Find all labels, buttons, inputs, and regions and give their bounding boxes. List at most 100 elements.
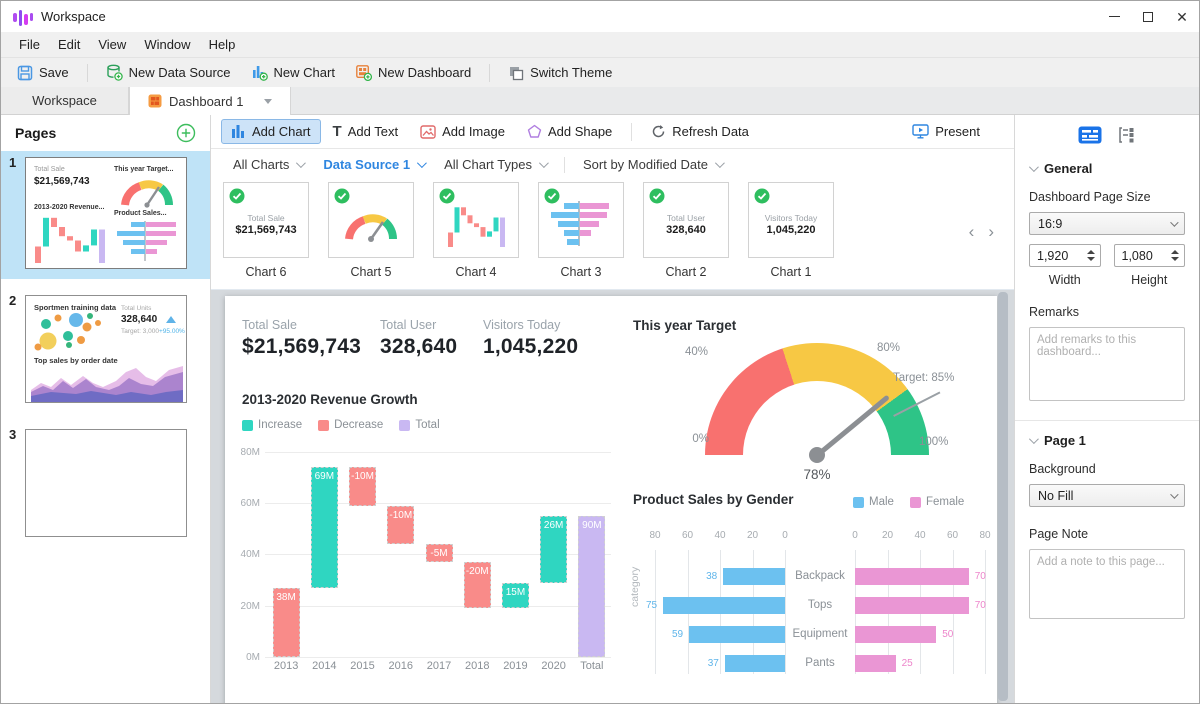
filter-chart-types[interactable]: All Chart Types — [438, 157, 552, 172]
chart-card-preview[interactable] — [538, 182, 624, 258]
waterfall-gridline — [265, 452, 611, 453]
menu-file[interactable]: File — [11, 34, 48, 55]
add-image-button[interactable]: Add Image — [410, 119, 515, 144]
butterfly-chart[interactable]: Product Sales by Gender Male Female cate… — [625, 492, 997, 703]
main-toolbar: Save New Data Source New Chart New Dashb… — [1, 57, 1199, 87]
close-button[interactable]: ✕ — [1165, 1, 1199, 32]
menu-edit[interactable]: Edit — [50, 34, 88, 55]
menu-view[interactable]: View — [90, 34, 134, 55]
page-size-select[interactable]: 16:9 — [1029, 212, 1185, 235]
structure-view-icon[interactable] — [1118, 126, 1136, 144]
waterfall-chart[interactable]: 0M20M40M60M80M38M201369M2014-10M2015-10M… — [233, 444, 611, 684]
pages-title: Pages — [15, 125, 56, 141]
chart-card-5[interactable]: Chart 5 — [328, 182, 414, 279]
waterfall-bar-label: 69M — [312, 471, 337, 482]
switch-theme-button[interactable]: Switch Theme — [500, 62, 620, 84]
app-window: Workspace ✕ File Edit View Window Help S… — [0, 0, 1200, 704]
tab-workspace[interactable]: Workspace — [1, 87, 129, 114]
new-dashboard-button[interactable]: New Dashboard — [347, 61, 479, 84]
save-label: Save — [39, 65, 69, 80]
legend-swatch — [318, 420, 329, 431]
next-cards-button[interactable]: › — [988, 222, 994, 242]
dashboard-page[interactable]: Total Sale $21,569,743 Total User 328,64… — [225, 296, 997, 703]
height-spinner[interactable] — [1171, 250, 1179, 261]
chart-card-preview[interactable]: Visitors Today 1,045,220 — [748, 182, 834, 258]
page-section-header[interactable]: Page 1 — [1029, 433, 1185, 448]
width-spinner[interactable] — [1087, 250, 1095, 261]
gauge-tick-100: 100% — [919, 436, 948, 448]
chart-card-6[interactable]: Total Sale $21,569,743 Chart 6 — [223, 182, 309, 279]
page-section-title: Page 1 — [1044, 433, 1086, 448]
filter-all-charts[interactable]: All Charts — [227, 157, 309, 172]
chart-card-preview[interactable] — [433, 182, 519, 258]
width-input[interactable] — [1037, 249, 1081, 263]
add-shape-button[interactable]: Add Shape — [517, 119, 622, 144]
mini-gauge-chart — [116, 176, 178, 208]
chart-card-3[interactable]: Chart 3 — [538, 182, 624, 279]
female-bar-value: 70 — [975, 600, 1001, 611]
chart-card-1[interactable]: Visitors Today 1,045,220 Chart 1 — [748, 182, 834, 279]
legend-female: Female — [910, 496, 964, 508]
legend-label: Female — [926, 496, 964, 508]
new-data-source-button[interactable]: New Data Source — [98, 61, 239, 84]
general-section-header[interactable]: General — [1029, 161, 1185, 176]
minimize-button[interactable] — [1097, 1, 1131, 32]
refresh-data-button[interactable]: Refresh Data — [641, 119, 759, 144]
page-note-label: Page Note — [1029, 527, 1185, 541]
chart-card-preview[interactable]: Total Sale $21,569,743 — [223, 182, 309, 258]
page-thumbnail-1[interactable]: 1 Total Sale $21,569,743 This year Targe… — [1, 151, 210, 279]
tab-menu-chevron-icon[interactable] — [264, 99, 272, 104]
butterfly-gridline — [655, 550, 656, 674]
male-bar — [663, 597, 785, 614]
background-select[interactable]: No Fill — [1029, 484, 1185, 507]
page-thumbnail-3[interactable]: 3 — [1, 423, 210, 547]
butterfly-category-label: Tops — [785, 599, 855, 611]
save-button[interactable]: Save — [9, 62, 77, 84]
height-input-box — [1114, 244, 1186, 267]
kpi-total-user[interactable]: Total User 328,640 — [380, 318, 457, 359]
new-chart-button[interactable]: New Chart — [243, 61, 343, 84]
center-column: Add Chart T Add Text Add Image Add Shape — [211, 115, 1014, 703]
chart-card-4[interactable]: Chart 4 — [433, 182, 519, 279]
filter-sort[interactable]: Sort by Modified Date — [577, 157, 728, 172]
canvas-scrollbar[interactable] — [998, 292, 1008, 701]
kpi-total-sale[interactable]: Total Sale $21,569,743 — [242, 318, 361, 359]
gauge-chart[interactable]: This year Target 0% 40% 80% 100% 78% Tar… — [625, 314, 997, 486]
gallery-filterbar: All Charts Data Source 1 All Chart Types… — [211, 149, 1014, 180]
present-button[interactable]: Present — [902, 119, 990, 144]
properties-view-icon[interactable] — [1078, 126, 1102, 144]
menu-window[interactable]: Window — [136, 34, 198, 55]
gauge-tick-40: 40% — [685, 346, 708, 358]
maximize-button[interactable] — [1131, 1, 1165, 32]
present-label: Present — [935, 124, 980, 139]
add-image-label: Add Image — [442, 124, 505, 139]
add-text-button[interactable]: T Add Text — [323, 119, 409, 144]
chart-card-2[interactable]: Total User 328,640 Chart 2 — [643, 182, 729, 279]
page-thumbnail-2[interactable]: 2 Sportmen training data Total Units 328… — [1, 289, 210, 413]
waterfall-xtick: 2013 — [267, 660, 305, 672]
chart-card-preview[interactable]: Total User 328,640 — [643, 182, 729, 258]
remarks-textarea[interactable] — [1029, 327, 1185, 401]
tab-dashboard-1-label: Dashboard 1 — [169, 94, 243, 109]
chart-card-preview[interactable] — [328, 182, 414, 258]
card-name: Chart 3 — [538, 265, 624, 279]
filter-data-source[interactable]: Data Source 1 — [317, 157, 430, 172]
height-input[interactable] — [1122, 249, 1166, 263]
waterfall-bar-label: 26M — [541, 520, 566, 531]
add-page-button[interactable] — [176, 123, 196, 143]
page-note-textarea[interactable] — [1029, 549, 1185, 619]
menu-help[interactable]: Help — [201, 34, 244, 55]
tab-dashboard-1[interactable]: Dashboard 1 — [129, 87, 291, 115]
chevron-down-icon — [715, 158, 725, 168]
waterfall-legend: Increase Decrease Total — [242, 419, 440, 431]
male-bar-value: 37 — [693, 658, 719, 669]
card-kpi-value: 1,045,220 — [749, 224, 833, 236]
kpi-visitors-today[interactable]: Visitors Today 1,045,220 — [483, 318, 578, 359]
window-title: Workspace — [41, 9, 106, 24]
legend-male: Male — [853, 496, 894, 508]
mini-butterfly-label: Product Sales... — [114, 210, 167, 217]
prev-cards-button[interactable]: ‹ — [969, 222, 975, 242]
add-image-icon — [420, 125, 436, 139]
butterfly-category-label: Backpack — [785, 570, 855, 582]
add-chart-button[interactable]: Add Chart — [221, 119, 321, 144]
